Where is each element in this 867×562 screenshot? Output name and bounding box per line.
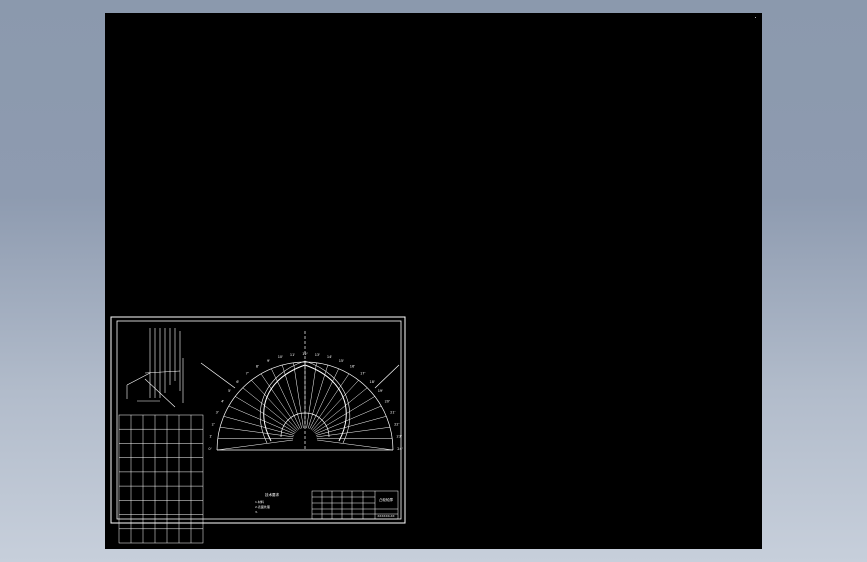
- cam-ray: [216, 439, 294, 451]
- parameter-table: [118, 414, 204, 544]
- angle-label: 18': [369, 380, 374, 384]
- angle-label: 10': [278, 355, 283, 359]
- cam-ray: [251, 380, 298, 431]
- angle-labels: 0' 1' 2' 3' 4' 5' 6' 7' 8' 9' 10' 11' 12' 13' 14' 15' 16…: [208, 352, 402, 451]
- cam-ray: [242, 387, 297, 432]
- cam-ray: [312, 380, 359, 431]
- cam-ray: [306, 362, 317, 429]
- angle-label: 17': [360, 372, 365, 376]
- cad-drawing: 0' 1' 2' 3' 4' 5' 6' 7' 8' 9' 10' 11' 12' 13' 14' 15' 16…: [110, 316, 406, 544]
- angle-label: 6': [236, 380, 239, 384]
- cam-ray: [310, 373, 350, 430]
- angle-label: 21': [390, 411, 395, 415]
- angle-label: 3': [216, 411, 219, 415]
- title-block-code: XXXXXX-XX: [377, 514, 394, 518]
- cam-ray: [307, 364, 329, 429]
- drawing-inner-frame: [116, 320, 402, 520]
- angle-label: 15': [339, 359, 344, 363]
- angle-label: 2': [212, 422, 215, 426]
- cam-ray: [316, 439, 394, 451]
- angle-label: 22': [394, 422, 399, 426]
- title-block-name: 凸轮轮廓: [379, 497, 393, 502]
- cam-ray: [260, 373, 300, 430]
- angle-label: 13': [315, 353, 320, 357]
- angle-label: 24': [397, 447, 402, 451]
- cam-ray: [271, 368, 301, 430]
- cam-ray: [293, 362, 304, 429]
- note-line-1: 1.材料: [255, 499, 264, 504]
- motion-diagram: [126, 328, 184, 408]
- angle-label: 23': [396, 435, 401, 439]
- angle-label: 12': [302, 352, 307, 356]
- notes-title: 技术要求: [265, 492, 279, 497]
- angle-label: 9': [267, 359, 270, 363]
- angle-label: 5': [228, 389, 231, 393]
- angle-label: 8': [256, 365, 259, 369]
- angle-label: 0': [208, 447, 211, 451]
- angle-label: 11': [290, 353, 295, 357]
- note-line-3: 3.: [255, 510, 258, 514]
- angle-label: 16': [350, 365, 355, 369]
- angle-label: 1': [209, 435, 212, 439]
- cam-ray: [281, 364, 303, 429]
- cam-ray: [313, 387, 368, 432]
- note-line-2: 2.表面处理: [255, 504, 270, 509]
- angle-label: 7': [246, 372, 249, 376]
- angle-label: 4': [221, 400, 224, 404]
- angle-label: 20': [385, 400, 390, 404]
- cam-ray: [309, 368, 339, 430]
- cad-viewport[interactable]: 0' 1' 2' 3' 4' 5' 6' 7' 8' 9' 10' 11' 12' 13' 14' 15' 16…: [105, 13, 762, 549]
- angle-label: 14': [327, 355, 332, 359]
- angle-label: 19': [378, 389, 383, 393]
